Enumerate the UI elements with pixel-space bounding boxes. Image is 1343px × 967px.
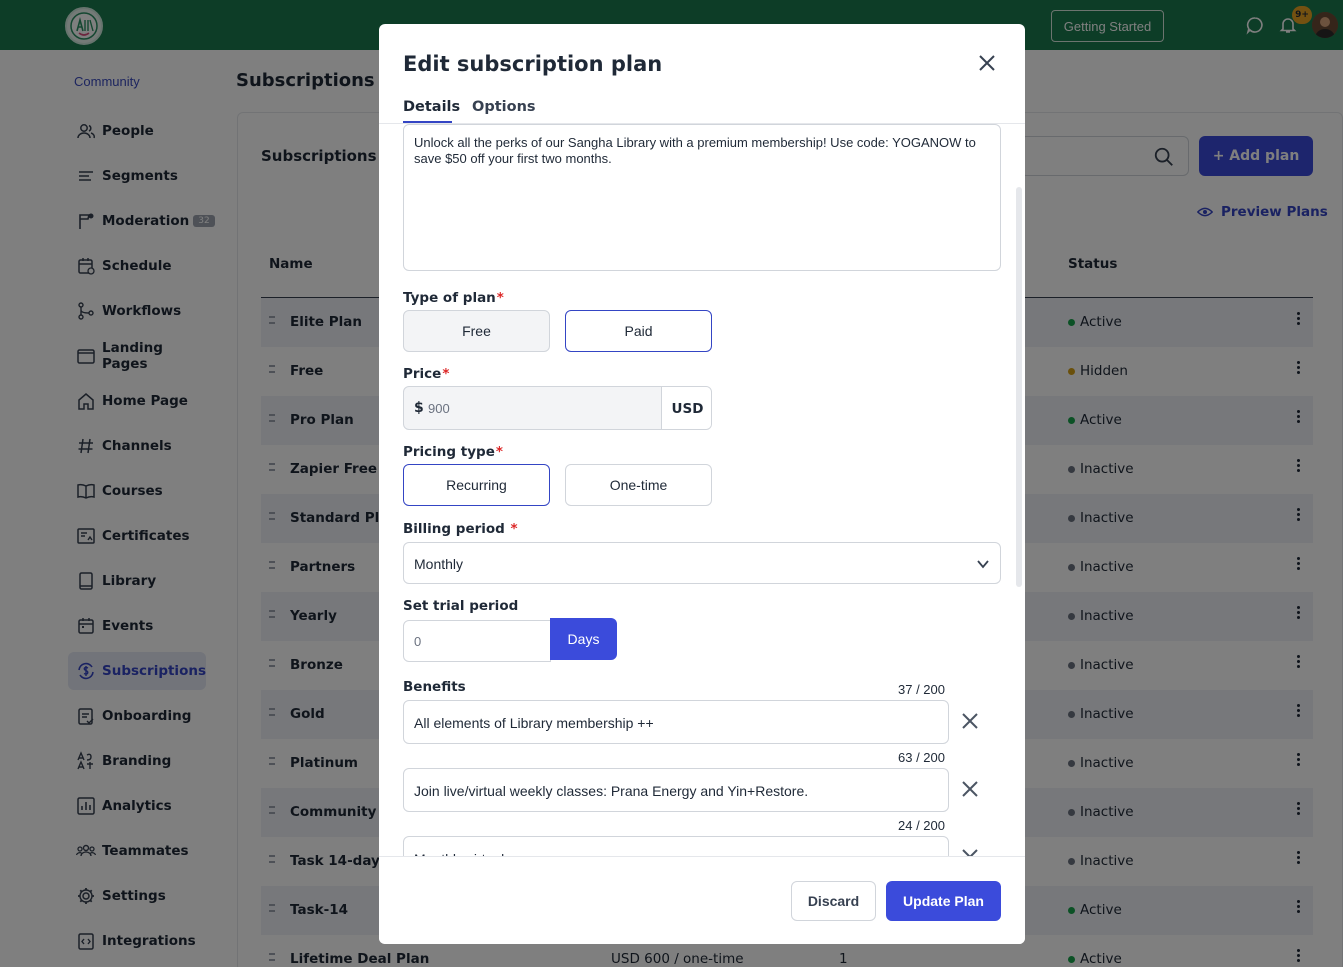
price-field[interactable]: $ 900 USD [403, 386, 712, 430]
plan-type-free-option[interactable]: Free [403, 310, 550, 352]
remove-benefit-icon[interactable] [961, 712, 979, 730]
type-of-plan-text: Type of plan [403, 290, 496, 306]
benefit-input[interactable]: Join live/virtual weekly classes: Prana … [403, 768, 949, 812]
required-asterisk: * [495, 444, 503, 460]
discard-button[interactable]: Discard [791, 881, 876, 921]
pricing-one-time-option[interactable]: One-time [565, 464, 712, 506]
pricing-recurring-option[interactable]: Recurring [403, 464, 550, 506]
tab-details[interactable]: Details [403, 99, 460, 115]
tab-options[interactable]: Options [472, 99, 536, 115]
currency-unit: USD [661, 387, 711, 429]
pricing-type-label: Pricing type* [403, 444, 503, 460]
benefit-char-counter: 24 / 200 [898, 818, 945, 833]
remove-benefit-icon[interactable] [961, 780, 979, 798]
plan-type-paid-option[interactable]: Paid [565, 310, 712, 352]
update-plan-button[interactable]: Update Plan [886, 881, 1001, 921]
price-label: Price* [403, 366, 449, 382]
type-of-plan-label: Type of plan* [403, 290, 504, 306]
currency-symbol: $ [414, 400, 424, 416]
benefit-char-counter: 63 / 200 [898, 750, 945, 765]
benefits-label: Benefits [403, 679, 466, 695]
trial-period-input[interactable]: 0 [403, 620, 551, 662]
billing-period-text: Billing period [403, 521, 505, 537]
trial-period-value: 0 [414, 634, 422, 649]
description-textarea[interactable]: Unlock all the perks of our Sangha Libra… [403, 124, 1001, 271]
benefit-text: Join live/virtual weekly classes: Prana … [414, 783, 809, 799]
benefit-text: All elements of Library membership ++ [414, 715, 654, 731]
benefit-input[interactable]: All elements of Library membership ++ [403, 700, 949, 744]
billing-period-label: Billing period * [403, 521, 518, 537]
billing-period-select[interactable]: Monthly [403, 542, 1001, 584]
modal-scrollbar[interactable] [1016, 187, 1022, 587]
benefit-char-counter: 37 / 200 [898, 682, 945, 697]
price-text: Price [403, 366, 442, 382]
modal-title: Edit subscription plan [403, 52, 663, 76]
price-input-value[interactable]: 900 [428, 401, 450, 416]
required-asterisk: * [496, 290, 504, 306]
edit-plan-modal: Edit subscription plan Details Options U… [379, 24, 1025, 944]
pricing-type-text: Pricing type [403, 444, 495, 460]
required-asterisk: * [442, 366, 450, 382]
trial-unit-days-button[interactable]: Days [550, 618, 617, 660]
trial-period-label: Set trial period [403, 598, 519, 614]
modal-footer: Discard Update Plan [379, 856, 1025, 944]
billing-period-value: Monthly [414, 556, 464, 572]
chevron-down-icon [977, 560, 989, 569]
required-asterisk: * [510, 521, 518, 537]
close-icon[interactable] [976, 52, 998, 74]
